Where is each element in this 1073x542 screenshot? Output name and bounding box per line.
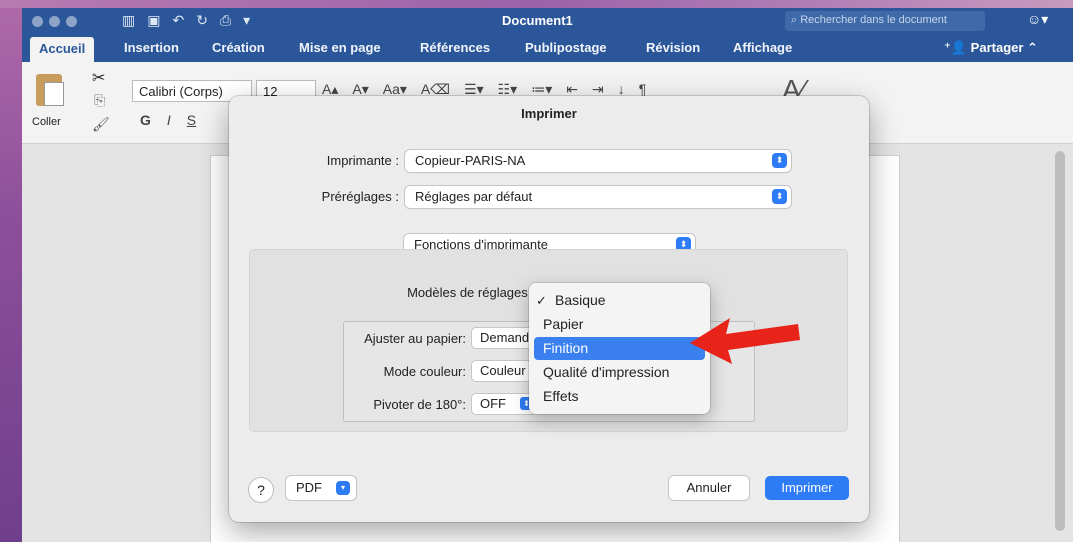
- rotate-value: OFF: [480, 396, 506, 411]
- fit-label: Ajuster au papier:: [364, 331, 466, 346]
- menu-item-label: Qualité d'impression: [543, 364, 670, 380]
- menu-item-effets[interactable]: Effets: [534, 385, 705, 408]
- share-button[interactable]: ⁺👤 Partager ⌃: [944, 40, 1038, 56]
- tab-mise-en-page[interactable]: Mise en page: [299, 40, 381, 55]
- add-person-icon: ⁺👤: [944, 40, 971, 55]
- ribbon-tabs: Accueil Insertion Création Mise en page …: [22, 34, 1073, 64]
- title-bar: ▥ ▣ ↶ ↻ ⎙ ▾ Document1 ⌕ Rechercher dans …: [22, 8, 1073, 34]
- format-painter-icon[interactable]: 🖌: [92, 116, 110, 133]
- copy-icon[interactable]: ⎘: [94, 92, 105, 109]
- document-title: Document1: [502, 13, 573, 28]
- save-icon[interactable]: ▣: [147, 12, 160, 29]
- sidebar-icon[interactable]: ▥: [122, 12, 135, 29]
- stepper-icon: ⬍: [772, 189, 787, 204]
- models-label: Modèles de réglages :: [407, 285, 535, 300]
- tab-revision[interactable]: Révision: [646, 40, 700, 55]
- search-icon: ⌕: [791, 14, 801, 26]
- desktop-wallpaper-top: [0, 0, 1073, 8]
- share-label: Partager: [970, 40, 1024, 55]
- presets-label: Préréglages :: [321, 189, 399, 204]
- presets-value: Réglages par défaut: [415, 189, 533, 204]
- underline-icon[interactable]: S: [187, 112, 196, 128]
- menu-item-qualite[interactable]: Qualité d'impression: [534, 361, 705, 384]
- tab-insertion[interactable]: Insertion: [124, 40, 179, 55]
- rotate-label: Pivoter de 180°:: [373, 397, 466, 412]
- desktop-wallpaper-left: [0, 0, 22, 542]
- tab-references[interactable]: Références: [420, 40, 490, 55]
- tab-publipostage[interactable]: Publipostage: [525, 40, 607, 55]
- cut-icon[interactable]: ✂: [92, 68, 105, 88]
- search-field[interactable]: ⌕ Rechercher dans le document: [785, 11, 985, 31]
- redo-icon[interactable]: ↻: [196, 12, 208, 29]
- printer-label: Imprimante :: [326, 153, 399, 168]
- models-dropdown-menu: ✓ Basique Papier Finition Qualité d'impr…: [529, 283, 710, 414]
- menu-item-label: Finition: [543, 340, 589, 356]
- window-controls: [32, 16, 77, 27]
- color-label: Mode couleur:: [383, 364, 466, 379]
- minimize-window-button[interactable]: [49, 16, 60, 27]
- cancel-button[interactable]: Annuler: [669, 476, 749, 500]
- print-icon[interactable]: ⎙: [220, 12, 231, 29]
- vertical-scrollbar[interactable]: [1055, 151, 1065, 531]
- stepper-icon: ⬍: [772, 153, 787, 168]
- italic-icon[interactable]: I: [167, 112, 171, 128]
- presets-select[interactable]: Réglages par défaut ⬍: [405, 186, 791, 208]
- menu-item-label: Papier: [543, 316, 584, 332]
- menu-item-basique[interactable]: ✓ Basique: [534, 289, 705, 312]
- chevron-down-icon: ▾: [336, 481, 350, 495]
- rotate-select[interactable]: OFF ⬍: [472, 394, 536, 414]
- dialog-title: Imprimer: [521, 106, 577, 121]
- zoom-window-button[interactable]: [66, 16, 77, 27]
- checkmark-icon: ✓: [536, 293, 547, 308]
- menu-item-finition[interactable]: Finition: [534, 337, 705, 360]
- feedback-smiley-icon[interactable]: ☺▾: [1027, 11, 1048, 28]
- ribbon-style-tools: G I S: [140, 112, 196, 128]
- tab-affichage[interactable]: Affichage: [733, 40, 792, 55]
- tab-accueil[interactable]: Accueil: [30, 37, 95, 64]
- menu-item-papier[interactable]: Papier: [534, 313, 705, 336]
- bold-icon[interactable]: G: [140, 112, 151, 128]
- help-button[interactable]: ?: [249, 478, 273, 502]
- print-button[interactable]: Imprimer: [765, 476, 849, 500]
- paste-icon[interactable]: [36, 74, 64, 106]
- customize-toolbar-icon[interactable]: ▾: [243, 12, 250, 29]
- search-placeholder: Rechercher dans le document: [800, 14, 947, 26]
- printer-select[interactable]: Copieur-PARIS-NA ⬍: [405, 150, 791, 172]
- pdf-label: PDF: [296, 480, 322, 495]
- menu-item-label: Effets: [543, 388, 579, 404]
- menu-item-label: Basique: [555, 292, 606, 308]
- tab-creation[interactable]: Création: [212, 40, 265, 55]
- close-window-button[interactable]: [32, 16, 43, 27]
- printer-value: Copieur-PARIS-NA: [415, 153, 526, 168]
- paste-label: Coller: [32, 116, 61, 128]
- quick-access-toolbar: ▥ ▣ ↶ ↻ ⎙ ▾: [122, 12, 250, 29]
- red-arrow-annotation: [690, 318, 800, 364]
- undo-icon[interactable]: ↶: [172, 12, 184, 29]
- pdf-menu-button[interactable]: PDF ▾: [286, 476, 356, 500]
